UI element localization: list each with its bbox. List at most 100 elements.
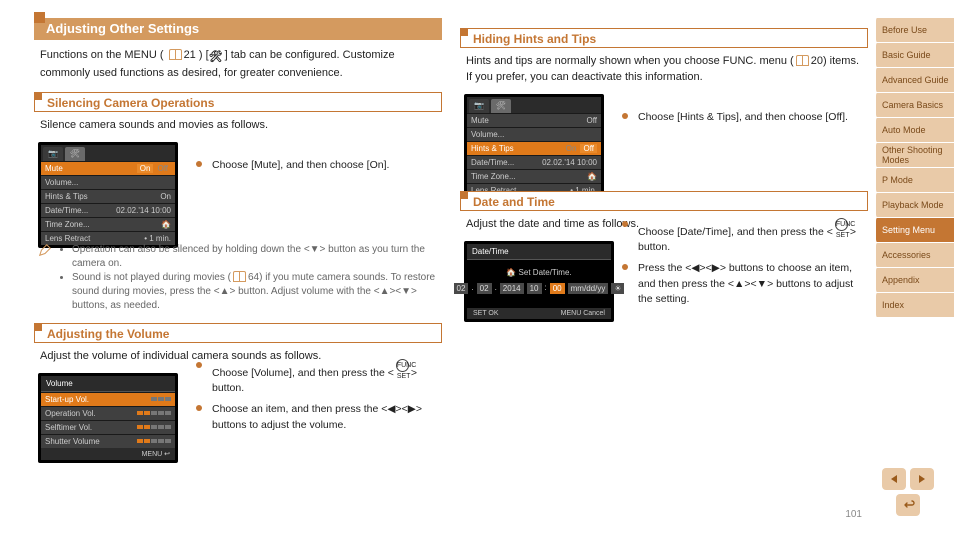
page-number: 101 (845, 509, 862, 520)
sidebar-item-index[interactable]: Index (874, 293, 954, 317)
lcd-row-val: 🏠 (587, 172, 597, 181)
lcd-row-key: Volume... (45, 178, 171, 187)
subheading-bar-hints: Hiding Hints and Tips (460, 28, 868, 48)
pencil-icon (38, 243, 52, 257)
lcd-row-val: On (160, 192, 171, 201)
note-item: Sound is not played during movies (64) i… (72, 271, 438, 313)
sidebar-item-before-use[interactable]: Before Use (874, 18, 954, 42)
step-datetime-1: Choose [Date/Time], and then press the <… (622, 218, 866, 255)
return-icon (901, 499, 915, 511)
lcd-row-val: 🏠 (161, 220, 171, 229)
lcd-row-key: Volume... (471, 130, 597, 139)
page-nav (880, 468, 936, 516)
lcd-tab-camera-icon: 📷 (469, 99, 489, 113)
lcd-screenshot-volume: Volume Start-up Vol. Operation Vol. Self… (38, 373, 178, 463)
subheading-text: Hiding Hints and Tips (473, 32, 596, 46)
sidebar-item-setting-menu[interactable]: Setting Menu (874, 218, 954, 242)
lcd-row-val: • 1 min. (144, 234, 171, 243)
intro-ref: 21 (184, 49, 196, 61)
lcd-row-key: Mute (471, 116, 586, 125)
return-button[interactable] (896, 494, 920, 516)
mute-intro: Silence camera sounds and movies as foll… (40, 118, 436, 134)
prev-page-button[interactable] (882, 468, 906, 490)
lcd-cancel: MENU Cancel (561, 310, 605, 317)
sidebar-item-accessories[interactable]: Accessories (874, 243, 954, 267)
subheading-text: Adjusting the Volume (47, 327, 169, 341)
step-text: Choose [Date/Time], and then press the <… (638, 218, 866, 255)
func-set-icon: FUNCSET (396, 359, 409, 372)
lcd-tab-camera-icon: 📷 (43, 147, 63, 161)
book-icon (796, 55, 809, 66)
intro-mid: ) [ (199, 49, 209, 61)
triangle-left-icon (891, 475, 897, 483)
sidebar-nav: Before Use Basic Guide Advanced Guide Ca… (874, 18, 954, 317)
lcd-row-key: Time Zone... (471, 172, 587, 181)
lcd-row-key: Hints & Tips (471, 144, 563, 153)
lcd-toggle-on: On (137, 164, 154, 173)
bullet-icon (622, 221, 628, 227)
hints-intro: Hints and tips are normally shown when y… (466, 54, 862, 86)
lcd-screenshot-hints: 📷 🛠 MuteOff Volume... Hints & TipsOnOff … (464, 94, 604, 200)
sidebar-item-basic-guide[interactable]: Basic Guide (874, 43, 954, 67)
note-item: Operation can also be silenced by holdin… (72, 243, 438, 271)
sidebar-item-p-mode[interactable]: P Mode (874, 168, 954, 192)
heading-text: Adjusting Other Settings (46, 21, 199, 36)
lcd-row-val: Off (586, 116, 597, 125)
next-page-button[interactable] (910, 468, 934, 490)
lcd-ok: SET OK (473, 310, 499, 317)
lcd-row-key: Hints & Tips (45, 192, 160, 201)
sidebar-item-appendix[interactable]: Appendix (874, 268, 954, 292)
subheading-bar-datetime: Date and Time (460, 191, 868, 211)
step-hints-choose: Choose [Hints & Tips], and then choose [… (622, 110, 866, 125)
bullet-icon (196, 362, 202, 368)
step-datetime-2: Press the <◀><▶> buttons to choose an it… (622, 261, 866, 307)
lcd-title: Date/Time (467, 244, 611, 260)
book-icon (169, 49, 182, 60)
note-block: Operation can also be silenced by holdin… (38, 243, 438, 313)
step-mute-choose: Choose [Mute], and then choose [On]. (196, 158, 440, 173)
lcd-row-key: Shutter Volume (45, 437, 137, 446)
lcd-footer: MENU ↩ (41, 448, 175, 460)
bullet-icon (196, 161, 202, 167)
lcd-toggle-on: On (563, 144, 580, 153)
sidebar-item-other-shooting[interactable]: Other Shooting Modes (874, 143, 954, 167)
book-icon (233, 271, 246, 282)
step-text: Choose [Hints & Tips], and then choose [… (638, 110, 866, 125)
lcd-datetime-label: 🏠 Set Date/Time. (473, 268, 605, 277)
lcd-title: Volume (41, 376, 175, 392)
bullet-icon (622, 113, 628, 119)
bullet-icon (196, 405, 202, 411)
sidebar-item-camera-basics[interactable]: Camera Basics (874, 93, 954, 117)
lcd-row-val: 02.02.'14 10:00 (542, 158, 597, 167)
func-set-icon: FUNCSET (835, 218, 848, 231)
triangle-right-icon (919, 475, 925, 483)
lcd-row-key: Mute (45, 164, 137, 173)
intro-paragraph: Functions on the MENU ( 21 ) [🛠] tab can… (40, 48, 436, 82)
wrench-icon: 🛠 (209, 50, 223, 66)
intro-before: Functions on the MENU ( (40, 49, 164, 61)
sidebar-item-auto-mode[interactable]: Auto Mode (874, 118, 954, 142)
subheading-text: Silencing Camera Operations (47, 96, 214, 110)
step-text: Press the <◀><▶> buttons to choose an it… (638, 261, 866, 307)
lcd-row-key: Lens Retract (45, 234, 144, 243)
step-text: Choose [Mute], and then choose [On]. (212, 158, 440, 173)
lcd-row-val: 02.02.'14 10:00 (116, 206, 171, 215)
subheading-bar-mute: Silencing Camera Operations (34, 92, 442, 112)
sidebar-item-advanced-guide[interactable]: Advanced Guide (874, 68, 954, 92)
step-text: Choose [Volume], and then press the <FUN… (212, 359, 440, 396)
lcd-tab-setup-icon: 🛠 (491, 99, 511, 113)
heading-bar: Adjusting Other Settings (34, 18, 442, 40)
step-volume-1: Choose [Volume], and then press the <FUN… (196, 359, 440, 396)
lcd-row-key: Date/Time... (45, 206, 116, 215)
lcd-row-key: Time Zone... (45, 220, 161, 229)
bullet-icon (622, 264, 628, 270)
lcd-row-key: Selftimer Vol. (45, 423, 137, 432)
sidebar-item-playback[interactable]: Playback Mode (874, 193, 954, 217)
lcd-tab-setup-icon: 🛠 (65, 147, 85, 161)
lcd-toggle-off: Off (154, 164, 171, 173)
step-text: Choose an item, and then press the <◀><▶… (212, 402, 440, 432)
step-volume-2: Choose an item, and then press the <◀><▶… (196, 402, 440, 432)
lcd-toggle-off: Off (580, 144, 597, 153)
lcd-datetime-boxes: 02.02.2014 10:00 mm/dd/yy ☀ (473, 283, 605, 294)
lcd-row-key: Start-up Vol. (45, 395, 137, 404)
